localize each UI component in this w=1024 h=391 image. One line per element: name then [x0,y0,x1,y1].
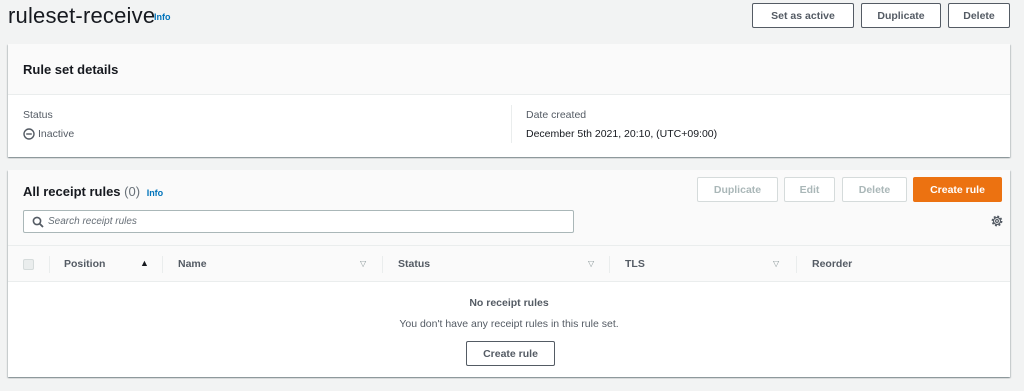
receipt-rules-title: All receipt rules (0) Info [23,184,163,199]
rule-set-details-header: Rule set details [8,44,1010,95]
receipt-rules-header: All receipt rules (0) Info Duplicate Edi… [8,170,1010,245]
rule-set-details-card: Rule set details Status Inactive Date cr… [8,44,1010,157]
edit-rule-button[interactable]: Edit [784,177,835,202]
status-label: Status [23,109,53,121]
search-icon [32,216,44,228]
rules-info-link[interactable]: Info [147,188,164,198]
column-header-name[interactable]: Name [178,258,207,270]
delete-ruleset-button[interactable]: Delete [948,3,1010,28]
column-header-position[interactable]: Position [64,258,105,270]
search-input[interactable] [48,213,568,230]
page-title: ruleset-receive [8,3,156,28]
duplicate-rule-button[interactable]: Duplicate [697,177,778,202]
inactive-status-icon [23,128,35,140]
column-header-status[interactable]: Status [398,258,430,270]
sort-icon[interactable]: ▽ [360,259,366,268]
empty-state-title: No receipt rules [469,297,549,309]
column-separator [162,256,163,273]
duplicate-ruleset-button[interactable]: Duplicate [861,3,941,28]
sort-ascending-icon[interactable]: ▲ [140,258,149,268]
empty-state-create-rule-button[interactable]: Create rule [466,341,555,366]
status-value: Inactive [23,128,74,140]
gear-icon[interactable] [990,214,1004,228]
set-as-active-button[interactable]: Set as active [752,3,854,28]
search-box [23,210,574,233]
column-separator [382,256,383,273]
table-header: Position ▲ Name ▽ Status ▽ TLS ▽ Reorder [8,245,1010,282]
receipt-rules-count: (0) [124,184,141,199]
page-header: ruleset-receive Info Set as active Dupli… [8,0,1010,34]
sort-icon[interactable]: ▽ [588,259,594,268]
column-separator [49,256,50,273]
date-created-label: Date created [526,109,587,121]
select-all-checkbox[interactable] [23,259,34,270]
column-header-tls[interactable]: TLS [625,258,645,270]
empty-state-description: You don't have any receipt rules in this… [399,318,619,330]
rule-set-details-title: Rule set details [23,62,119,77]
column-header-reorder: Reorder [812,258,853,270]
date-created-value: December 5th 2021, 20:10, (UTC+09:00) [526,128,718,140]
column-separator [796,256,797,273]
column-divider [511,105,512,143]
receipt-rules-title-text: All receipt rules [23,184,121,199]
create-rule-button[interactable]: Create rule [913,177,1002,202]
status-text: Inactive [38,128,75,140]
delete-rule-button[interactable]: Delete [842,177,907,202]
title-info-link[interactable]: Info [154,12,171,22]
receipt-rules-card: All receipt rules (0) Info Duplicate Edi… [8,170,1010,377]
column-separator [609,256,610,273]
sort-icon[interactable]: ▽ [773,259,779,268]
